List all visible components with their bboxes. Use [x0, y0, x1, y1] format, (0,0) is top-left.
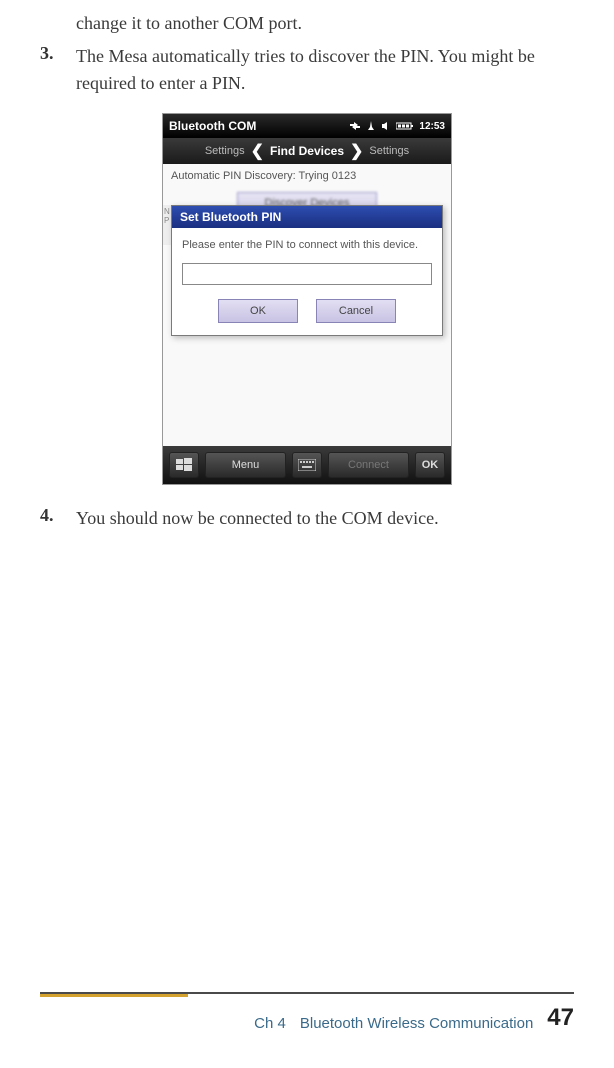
keyboard-button[interactable]	[292, 452, 322, 478]
dialog-cancel-button[interactable]: Cancel	[316, 299, 396, 323]
screenshot-figure: Bluetooth COM 12:53 Settings ❮ Find Devi…	[40, 113, 574, 485]
subbar-center[interactable]: ❮ Find Devices ❯	[251, 141, 364, 161]
dialog-body: Please enter the PIN to connect with thi…	[172, 228, 442, 335]
device-screenshot: Bluetooth COM 12:53 Settings ❮ Find Devi…	[162, 113, 452, 485]
title-bar: Bluetooth COM 12:53	[163, 114, 451, 138]
subbar-right-label[interactable]: Settings	[363, 145, 415, 157]
footer-title: Bluetooth Wireless Communication	[300, 1015, 533, 1032]
signal-icon	[366, 121, 376, 131]
page-number: 47	[547, 1004, 574, 1032]
windows-icon	[176, 457, 192, 473]
page-footer: Ch 4 Bluetooth Wireless Communication 47	[40, 1004, 574, 1032]
footer-chapter: Ch 4	[254, 1015, 286, 1032]
step-4-text: You should now be connected to the COM d…	[76, 505, 439, 532]
subbar-left-label[interactable]: Settings	[199, 145, 251, 157]
sync-icon	[349, 121, 361, 131]
connect-button: Connect	[328, 452, 409, 478]
subbar-center-label: Find Devices	[270, 144, 344, 158]
chevron-left-icon[interactable]: ❮	[251, 141, 264, 161]
clock-text: 12:53	[419, 121, 445, 132]
speaker-icon	[381, 121, 391, 131]
battery-icon	[396, 121, 414, 131]
status-icons: 12:53	[349, 121, 445, 132]
dialog-message: Please enter the PIN to connect with thi…	[182, 238, 432, 253]
keyboard-icon	[298, 459, 316, 471]
bg-tab-p: P	[164, 216, 169, 225]
dialog-ok-button[interactable]: OK	[218, 299, 298, 323]
step-3: 3. The Mesa automatically tries to disco…	[40, 43, 574, 97]
window-title: Bluetooth COM	[169, 119, 349, 133]
discovery-status-text: Automatic PIN Discovery: Trying 0123	[163, 164, 451, 188]
chevron-right-icon[interactable]: ❯	[350, 141, 363, 161]
ok-button[interactable]: OK	[415, 452, 445, 478]
footer-accent-bar	[40, 994, 188, 997]
bottom-bar: Menu Connect OK	[163, 446, 451, 484]
dialog-title: Set Bluetooth PIN	[172, 206, 442, 228]
dialog-buttons: OK Cancel	[182, 299, 432, 323]
step-3-text: The Mesa automatically tries to discover…	[76, 43, 574, 97]
page-content: change it to another COM port. 3. The Me…	[40, 0, 574, 532]
step-4-number: 4.	[40, 505, 76, 526]
bg-tab-n: N	[164, 207, 170, 216]
step-3-number: 3.	[40, 43, 76, 64]
menu-button[interactable]: Menu	[205, 452, 286, 478]
pin-input-field[interactable]	[182, 263, 432, 285]
sub-bar: Settings ❮ Find Devices ❯ Settings	[163, 138, 451, 164]
main-area: Automatic PIN Discovery: Trying 0123 Dis…	[163, 164, 451, 446]
start-button[interactable]	[169, 452, 199, 478]
step-4: 4. You should now be connected to the CO…	[40, 505, 574, 532]
prev-step-fragment: change it to another COM port.	[76, 10, 574, 37]
set-bluetooth-pin-dialog: Set Bluetooth PIN Please enter the PIN t…	[171, 205, 443, 336]
